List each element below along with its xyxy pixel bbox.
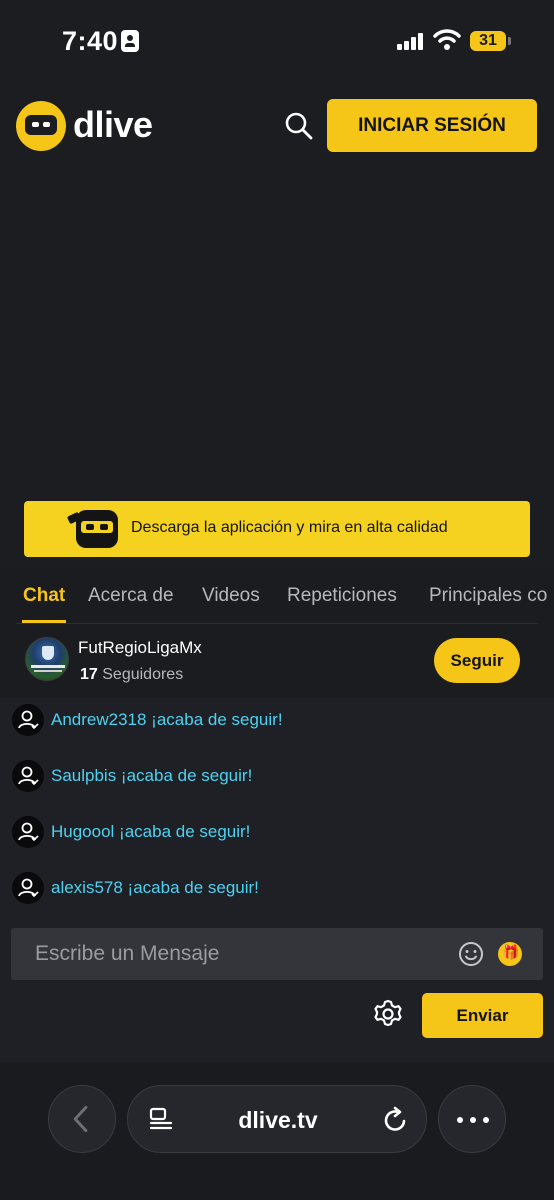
status-time: 7:40 <box>62 26 119 56</box>
channel-name[interactable]: FutRegioLigaMx <box>78 638 202 658</box>
id-card-icon <box>121 30 139 52</box>
follower-count: 17 Seguidores <box>80 666 183 684</box>
user-followed-icon <box>12 816 44 848</box>
browser-toolbar: dlive.tv <box>0 1062 554 1200</box>
channel-info: FutRegioLigaMx 17 Seguidores Seguir <box>0 624 554 698</box>
cellular-signal-icon <box>397 32 427 50</box>
dlive-logo-icon[interactable] <box>16 101 66 151</box>
chat-message-text[interactable]: Andrew2318 ¡acaba de seguir! <box>51 710 283 730</box>
tab-videos[interactable]: Videos <box>202 585 260 607</box>
channel-avatar[interactable] <box>25 637 69 681</box>
more-dot <box>470 1117 476 1123</box>
tab-chat[interactable]: Chat <box>23 585 65 607</box>
more-dot <box>457 1117 463 1123</box>
chat-panel: Andrew2318 ¡acaba de seguir! Saulpbis ¡a… <box>0 698 554 1062</box>
chat-message-input[interactable] <box>35 940 435 968</box>
gear-icon[interactable] <box>372 998 404 1030</box>
send-button[interactable]: Enviar <box>422 993 543 1038</box>
tab-about[interactable]: Acerca de <box>88 585 174 607</box>
search-icon[interactable] <box>283 110 315 142</box>
status-bar: 7:40 31 <box>0 0 554 84</box>
user-followed-icon <box>12 704 44 736</box>
user-followed-icon <box>12 760 44 792</box>
video-player[interactable]: Descarga la aplicación y mira en alta ca… <box>0 168 554 568</box>
tab-top[interactable]: Principales co <box>429 585 547 607</box>
chat-message-text[interactable]: Hugoool ¡acaba de seguir! <box>51 822 250 842</box>
battery-indicator: 31 <box>470 31 511 51</box>
address-bar[interactable]: dlive.tv <box>127 1085 427 1153</box>
tab-replays[interactable]: Repeticiones <box>287 585 397 607</box>
user-followed-icon <box>12 872 44 904</box>
follow-button[interactable]: Seguir <box>434 638 520 683</box>
app-header: dlive INICIAR SESIÓN <box>0 84 554 168</box>
channel-tabs: Chat Acerca de Videos Repeticiones Princ… <box>0 568 554 624</box>
download-app-banner[interactable]: Descarga la aplicación y mira en alta ca… <box>24 501 530 557</box>
wifi-icon <box>433 29 461 50</box>
gift-icon[interactable] <box>498 942 522 966</box>
back-button[interactable] <box>48 1085 116 1153</box>
more-options-button[interactable] <box>438 1085 506 1153</box>
logo-text[interactable]: dlive <box>73 104 153 146</box>
chevron-left-icon <box>73 1105 88 1133</box>
more-dot <box>483 1117 489 1123</box>
chat-message-text[interactable]: Saulpbis ¡acaba de seguir! <box>51 766 252 786</box>
follower-count-label: Seguidores <box>102 666 184 683</box>
follower-count-value: 17 <box>80 666 98 683</box>
banner-text: Descarga la aplicación y mira en alta ca… <box>131 519 448 536</box>
ninja-mascot-icon <box>66 510 118 548</box>
login-button[interactable]: INICIAR SESIÓN <box>327 99 537 152</box>
reload-icon[interactable] <box>382 1106 410 1134</box>
chat-message-text[interactable]: alexis578 ¡acaba de seguir! <box>51 878 259 898</box>
emoji-icon[interactable] <box>458 941 484 967</box>
chat-input-box <box>11 928 543 980</box>
